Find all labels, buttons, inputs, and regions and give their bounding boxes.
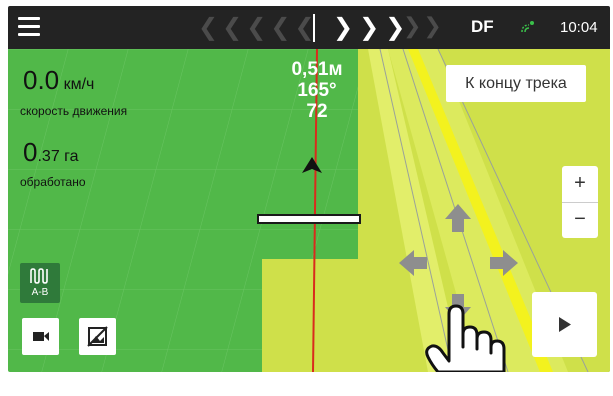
- clock: 10:04: [560, 19, 598, 36]
- guidance-active-chevrons: ❯❯❯: [333, 13, 412, 41]
- app-screen: 0.0 км/ч скорость движения 0.37 га обраб…: [8, 6, 610, 372]
- image-toggle-button[interactable]: [79, 318, 116, 355]
- area-unit: га: [64, 148, 79, 165]
- speed-label: скорость движения: [20, 104, 128, 118]
- offset-value: 0,51м: [291, 59, 343, 80]
- ab-line-icon: [30, 268, 48, 284]
- top-bar: ❮❮❮❮❮ ❯❯❯ ❯❯ DF 10:04: [8, 6, 610, 49]
- camera-button[interactable]: [22, 318, 59, 355]
- area-decimal: .37: [37, 148, 60, 165]
- speed-value: 0.0: [23, 65, 60, 95]
- ab-line-button[interactable]: A-B: [20, 263, 60, 303]
- profile-label[interactable]: DF: [471, 17, 494, 37]
- speed-unit: км/ч: [63, 76, 95, 93]
- video-camera-icon: [33, 332, 49, 341]
- worked-area-lower: [262, 259, 358, 372]
- guidance-right-chevrons: ❯❯: [403, 14, 444, 39]
- line-number: 72: [306, 101, 328, 122]
- zoom-in-button[interactable]: +: [562, 166, 598, 202]
- guidance-center-marker: [313, 14, 315, 42]
- play-button[interactable]: [532, 292, 597, 357]
- image-off-icon: [87, 326, 108, 347]
- zoom-divider: [562, 202, 598, 203]
- zoom-controls: + −: [562, 166, 598, 238]
- area-value: 0: [23, 137, 38, 167]
- hamburger-menu-icon[interactable]: [18, 17, 40, 37]
- zoom-out-button[interactable]: −: [562, 202, 598, 238]
- implement-bar: [257, 214, 361, 224]
- ab-label: A-B: [31, 287, 49, 298]
- to-track-end-button[interactable]: К концу трека: [446, 65, 586, 102]
- heading-value: 165°: [297, 80, 337, 101]
- area-label: обработано: [20, 175, 86, 189]
- play-icon: [559, 317, 571, 332]
- speed-readout: 0.0 км/ч: [23, 65, 94, 96]
- guidance-left-chevrons: ❮❮❮❮❮: [198, 13, 319, 41]
- area-readout: 0.37 га: [23, 137, 79, 168]
- satellite-signal-icon: [521, 21, 534, 33]
- guidance-readout: 0,51м 165° 72: [262, 59, 372, 122]
